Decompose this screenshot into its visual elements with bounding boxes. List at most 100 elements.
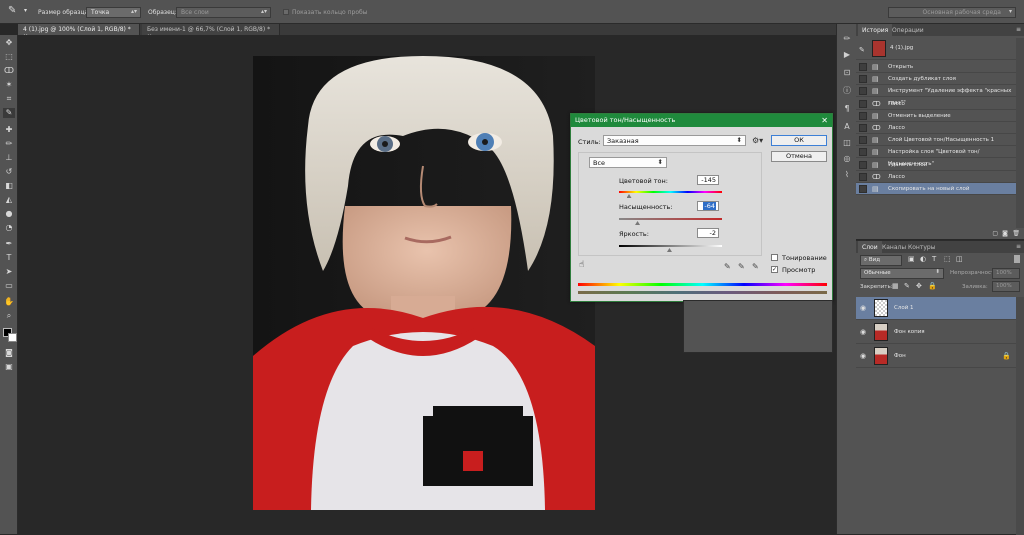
history-item[interactable]: ▤ Настройка слоя "Цветовой тон/Насыщеннос…: [856, 146, 1016, 167]
sample-select[interactable]: Все слои ▴▾: [176, 7, 271, 18]
history-scrollbar[interactable]: [1016, 38, 1024, 228]
saturation-input[interactable]: -64: [697, 201, 719, 211]
quick-mask-icon[interactable]: ◙: [3, 348, 15, 358]
dodge-tool-icon[interactable]: ◔: [3, 223, 15, 233]
preset-options-icon[interactable]: ⚙▾: [752, 136, 763, 145]
filter-pixel-icon[interactable]: ▣: [908, 255, 915, 263]
marquee-tool-icon[interactable]: ⬚: [3, 52, 15, 62]
lock-all-icon[interactable]: 🔒: [928, 282, 937, 290]
eraser-tool-icon[interactable]: ◧: [3, 181, 15, 191]
healing-brush-tool-icon[interactable]: ✚: [3, 125, 15, 135]
history-source-checkbox[interactable]: [859, 172, 867, 181]
ok-button[interactable]: ОК: [771, 135, 827, 146]
targeted-adjustment-icon[interactable]: ☝: [579, 260, 584, 270]
filter-smart-icon[interactable]: ◫: [956, 255, 963, 263]
history-item[interactable]: ▤ Инструмент "Удаление эффекта "красных г…: [856, 85, 1016, 106]
shape-tool-icon[interactable]: ▭: [3, 281, 15, 291]
paths-icon[interactable]: ⌇: [841, 170, 853, 180]
path-selection-tool-icon[interactable]: ➤: [3, 267, 15, 277]
lock-position-icon[interactable]: ✥: [916, 282, 922, 290]
history-source-checkbox[interactable]: [859, 63, 867, 71]
history-snapshot[interactable]: ✎ 4 (1).jpg: [856, 38, 1016, 60]
history-brush-tool-icon[interactable]: ↺: [3, 167, 15, 177]
layer-row[interactable]: ◉ Слой 1: [856, 297, 1016, 320]
history-source-checkbox[interactable]: [859, 87, 867, 96]
eyedropper-tool-icon[interactable]: ✎: [3, 108, 15, 118]
tool-preset-chevron-icon[interactable]: ▾: [24, 7, 27, 14]
saturation-slider-track[interactable]: [619, 218, 722, 220]
history-item[interactable]: ▤ Отменить выделение: [856, 110, 1016, 122]
workspace-select[interactable]: Основная рабочая среда ▾: [888, 7, 1016, 18]
trash-icon[interactable]: 🗑: [1012, 230, 1020, 237]
panel-menu-icon[interactable]: ≡: [1016, 26, 1021, 33]
history-source-checkbox[interactable]: [859, 124, 867, 132]
dialog-title[interactable]: Цветовой тон/Насыщенность: [571, 114, 832, 127]
zoom-tool-icon[interactable]: ⌕: [3, 311, 15, 321]
cancel-button[interactable]: Отмена: [771, 151, 827, 162]
actions-icon[interactable]: ▶: [841, 50, 853, 60]
document-photo[interactable]: [253, 56, 595, 510]
move-tool-icon[interactable]: ✥: [3, 38, 15, 48]
eye-icon[interactable]: ◉: [860, 329, 868, 336]
layer-row[interactable]: ◉ Фон 🔒: [856, 345, 1016, 368]
paint-bucket-tool-icon[interactable]: ◭: [3, 195, 15, 205]
lightness-slider-track[interactable]: [619, 245, 722, 247]
eye-icon[interactable]: ◉: [860, 305, 868, 312]
camera-icon[interactable]: ◙: [1002, 230, 1008, 237]
tab-document-2[interactable]: Без имени-1 @ 66,7% (Слой 1, RGB/8) * ×: [142, 24, 280, 40]
brush-tool-icon[interactable]: ✏: [3, 139, 15, 149]
adjustments-icon[interactable]: ⊡: [841, 68, 853, 78]
hue-input[interactable]: -145: [697, 175, 719, 185]
history-item[interactable]: ▤ Удалить слой: [856, 159, 1016, 171]
history-item[interactable]: ▤ Открыть: [856, 61, 1016, 73]
paragraph-icon[interactable]: ¶: [841, 104, 853, 114]
blend-mode-select[interactable]: Обычные ⬍: [860, 268, 944, 279]
history-source-checkbox[interactable]: [859, 75, 867, 84]
style-select[interactable]: Заказная ⬍: [603, 135, 746, 146]
hand-tool-icon[interactable]: ✋: [3, 297, 15, 307]
sample-size-select[interactable]: Точка ▴▾: [86, 7, 141, 18]
info-icon[interactable]: ⓘ: [841, 86, 853, 96]
history-item[interactable]: ↀ Лассо: [856, 171, 1016, 183]
colorize-checkbox[interactable]: [771, 254, 778, 261]
history-item[interactable]: ↀ Лассо: [856, 122, 1016, 134]
show-ring-checkbox[interactable]: [283, 9, 289, 15]
crop-tool-icon[interactable]: ⌗: [3, 94, 15, 104]
lock-pixels-icon[interactable]: ▦: [892, 282, 899, 290]
hue-slider-track[interactable]: [619, 191, 722, 193]
lightness-input[interactable]: -2: [697, 228, 719, 238]
layer-name[interactable]: Фон: [894, 353, 906, 359]
layers-scrollbar[interactable]: [1016, 297, 1024, 535]
character-icon[interactable]: A: [841, 122, 853, 132]
history-source-checkbox[interactable]: [859, 148, 867, 157]
filter-type-icon[interactable]: T: [932, 255, 936, 263]
history-source-checkbox[interactable]: [859, 99, 867, 108]
eyedropper-icon[interactable]: ✎: [8, 5, 16, 16]
blur-tool-icon[interactable]: ●: [3, 209, 15, 219]
clone-stamp-tool-icon[interactable]: ⊥: [3, 153, 15, 163]
history-source-checkbox[interactable]: [859, 160, 867, 169]
close-icon[interactable]: ✕: [821, 114, 828, 127]
opacity-input[interactable]: 100%: [992, 268, 1020, 279]
hue-saturation-dialog[interactable]: Цветовой тон/Насыщенность ✕ Стиль: Заказ…: [570, 113, 833, 302]
lock-image-icon[interactable]: ✎: [904, 282, 910, 290]
history-source-checkbox[interactable]: [859, 136, 867, 145]
layer-name[interactable]: Слой 1: [894, 305, 914, 311]
eyedropper-plus-icon[interactable]: ✎: [738, 262, 745, 271]
history-source-checkbox[interactable]: [859, 185, 867, 193]
type-tool-icon[interactable]: T: [3, 253, 15, 263]
tab-actions[interactable]: Операции: [888, 24, 928, 36]
layers-icon[interactable]: ◫: [841, 138, 853, 148]
tab-paths[interactable]: Контуры: [904, 241, 939, 253]
filter-adjustment-icon[interactable]: ◐: [920, 255, 926, 263]
background-color-swatch[interactable]: [8, 333, 17, 342]
filter-shape-icon[interactable]: ⬚: [944, 255, 951, 263]
eye-icon[interactable]: ◉: [860, 353, 868, 360]
snapshot-source-icon[interactable]: ✎: [859, 44, 867, 54]
history-item[interactable]: ▤ Скопировать на новый слой: [856, 183, 1016, 195]
filter-kind-select[interactable]: ⌕ Вид: [860, 255, 902, 266]
history-source-checkbox[interactable]: [859, 111, 867, 120]
eyedropper-icon[interactable]: ✎: [724, 262, 731, 271]
layer-name[interactable]: Фон копия: [894, 329, 925, 335]
preview-checkbox[interactable]: ✓: [771, 266, 778, 273]
